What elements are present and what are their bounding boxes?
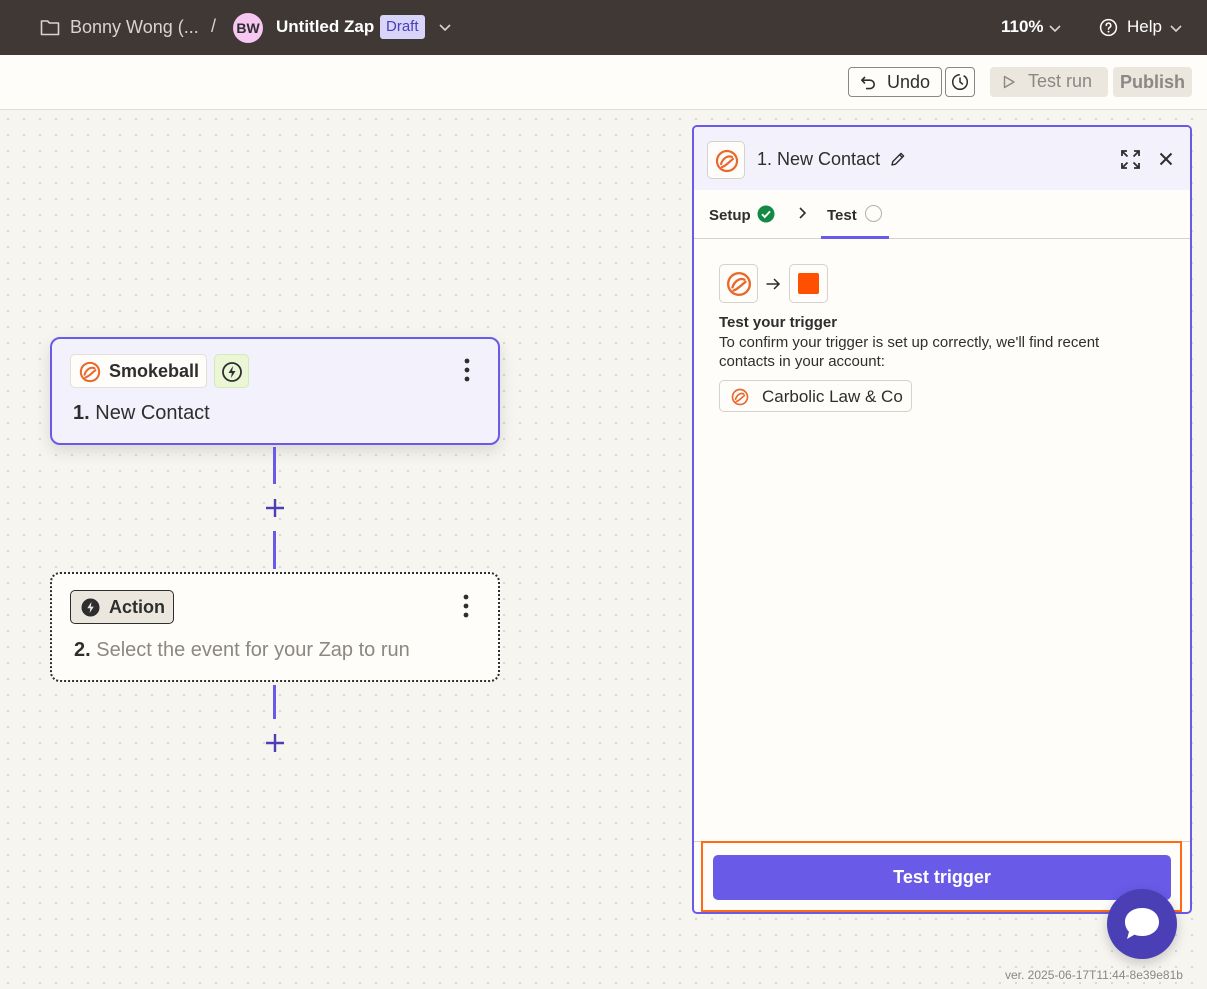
step-number: 2. [74,639,91,661]
step-connector [273,685,276,719]
action-chip: Action [70,590,174,624]
account-name: Carbolic Law & Co [762,387,903,406]
close-icon[interactable] [1158,151,1174,167]
test-description: To confirm your trigger is set up correc… [719,334,1100,370]
lightning-bolt-icon [81,598,100,617]
step-event-placeholder: Select the event for your Zap to run [96,639,410,661]
chevron-right-icon [799,207,807,219]
panel-step-number: 1. [757,149,773,169]
pending-circle-icon [865,205,882,222]
smokeball-logo-icon [715,149,739,173]
chevron-down-icon[interactable] [1169,21,1183,35]
account-chip: Carbolic Law & Co [719,380,912,412]
arrow-right-icon [766,278,781,290]
app-name: Smokeball [109,361,200,381]
undo-label: Undo [887,72,931,92]
step-title: 1. New Contact [73,402,210,425]
panel-header: 1. New Contact [694,127,1190,190]
tab-setup[interactable]: Setup [709,207,751,224]
history-icon [951,73,969,91]
action-chip-label: Action [109,597,165,617]
step-number: 1. [73,402,90,424]
source-app-logo [719,264,758,303]
zapier-logo [789,264,828,303]
step-event: New Contact [95,402,210,424]
trigger-step-card[interactable]: Smokeball 1. New Contact [50,337,500,445]
active-tab-indicator [821,236,889,239]
add-step-icon[interactable] [264,732,286,754]
test-run-button[interactable]: Test run [990,67,1108,97]
chevron-down-icon[interactable] [438,20,452,34]
help-icon[interactable] [1099,18,1118,37]
smokeball-logo-icon [731,388,749,406]
avatar[interactable]: BW [233,13,263,43]
step-connector [273,447,276,484]
panel-tabs: Setup Test [694,190,1190,239]
test-heading: Test your trigger [719,314,838,331]
version-history-button[interactable] [945,67,975,97]
help-menu[interactable]: Help [1127,17,1162,37]
publish-button[interactable]: Publish [1113,67,1192,97]
edit-pencil-icon[interactable] [890,151,906,167]
folder-icon[interactable] [40,18,60,36]
test-run-label: Test run [1028,71,1093,91]
test-trigger-button[interactable]: Test trigger [713,855,1171,900]
expand-icon[interactable] [1120,149,1141,170]
zap-name[interactable]: Untitled Zap [276,17,374,37]
step-connector [273,531,276,569]
more-options-icon[interactable] [456,593,476,619]
chat-button[interactable] [1107,889,1177,959]
zoom-level[interactable]: 110% [1001,17,1044,37]
step-title: 2. Select the event for your Zap to run [74,639,410,662]
play-icon [1003,75,1015,89]
breadcrumb-separator: / [211,16,217,36]
trigger-badge [214,354,249,388]
undo-button[interactable]: Undo [848,67,942,97]
chat-bubble-icon [1125,908,1159,939]
trigger-flow-diagram [719,264,839,304]
smokeball-logo-icon [726,271,752,297]
chevron-down-icon[interactable] [1048,21,1062,35]
status-badge: Draft [380,15,425,39]
app-logo [707,141,745,179]
panel-step-title: New Contact [777,149,881,169]
top-bar: Bonny Wong (... / BW Untitled Zap Draft … [0,0,1207,55]
zapier-logo-icon [798,273,819,294]
panel-title[interactable]: 1. New Contact [757,149,880,170]
tab-test[interactable]: Test [827,207,857,224]
step-editor-panel: 1. New Contact Setup Test Test your trig… [692,125,1192,914]
undo-icon [861,76,875,90]
action-step-card[interactable]: Action 2. Select the event for your Zap … [50,572,500,682]
add-step-icon[interactable] [264,497,286,519]
check-circle-icon [757,205,775,223]
smokeball-logo-icon [79,361,101,383]
more-options-icon[interactable] [457,357,477,383]
app-chip: Smokeball [70,354,207,388]
toolbar: Undo Test run Publish [0,55,1207,110]
lightning-bolt-icon [222,362,242,382]
version-string: ver. 2025-06-17T11:44-8e39e81b [1005,968,1183,982]
folder-breadcrumb[interactable]: Bonny Wong (... [70,17,199,38]
